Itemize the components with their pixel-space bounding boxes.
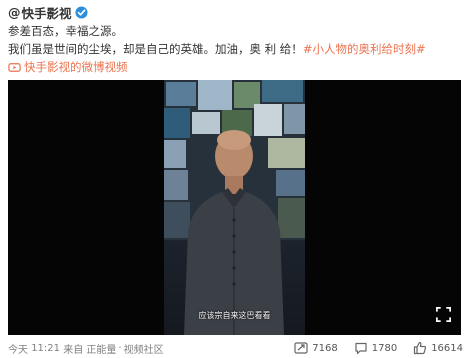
meta-separator: · bbox=[118, 342, 122, 354]
verified-badge-icon bbox=[74, 5, 88, 19]
comment-icon bbox=[355, 342, 367, 355]
video-frame: 应该宗自来这巴看看 bbox=[164, 80, 305, 335]
post-meta: 今天 11:21 来自 正能量 · 视频社区 bbox=[8, 341, 164, 356]
video-source-link[interactable]: 快手影视的微博视频 bbox=[8, 59, 128, 75]
video-subtitle: 应该宗自来这巴看看 bbox=[198, 311, 271, 320]
repost-count: 7168 bbox=[312, 342, 338, 354]
repost-icon bbox=[294, 342, 308, 354]
like-button[interactable]: 16614 bbox=[413, 341, 463, 355]
post-text-line-1: 参差百态，幸福之源。 bbox=[8, 24, 123, 38]
fullscreen-icon[interactable] bbox=[435, 306, 452, 323]
presenter-figure bbox=[184, 130, 284, 335]
comment-button[interactable]: 1780 bbox=[354, 341, 397, 355]
video-source-label: 快手影视的微博视频 bbox=[24, 60, 128, 74]
post-actions: 7168 1780 16614 bbox=[294, 339, 463, 357]
post-time[interactable]: 11:21 bbox=[31, 343, 60, 354]
video-link-icon bbox=[8, 62, 21, 72]
repost-button[interactable]: 7168 bbox=[294, 341, 338, 355]
like-count: 16614 bbox=[431, 342, 463, 354]
thumbs-up-icon bbox=[414, 341, 427, 355]
video-player[interactable]: 应该宗自来这巴看看 bbox=[8, 80, 461, 335]
community-link[interactable]: 视频社区 bbox=[124, 341, 164, 356]
post-text: 我们虽是世间的尘埃，却是自己的英雄。加油，奥 利 给！ bbox=[8, 42, 303, 56]
post-date[interactable]: 今天 bbox=[8, 341, 28, 356]
hashtag-link[interactable]: #小人物的奥利给时刻# bbox=[303, 42, 426, 56]
post-header: @ 快手影视 bbox=[8, 3, 88, 21]
author-name[interactable]: 快手影视 bbox=[22, 3, 72, 22]
post-text-line-2: 我们虽是世间的尘埃，却是自己的英雄。加油，奥 利 给！#小人物的奥利给时刻# bbox=[8, 41, 426, 57]
source-app-link[interactable]: 正能量 bbox=[86, 341, 116, 356]
at-symbol: @ bbox=[8, 4, 21, 20]
weibo-post: @ 快手影视 参差百态，幸福之源。 我们虽是世间的尘埃，却是自己的英雄。加油，奥… bbox=[0, 0, 469, 358]
comment-count: 1780 bbox=[371, 342, 398, 354]
from-label: 来自 bbox=[63, 344, 84, 356]
